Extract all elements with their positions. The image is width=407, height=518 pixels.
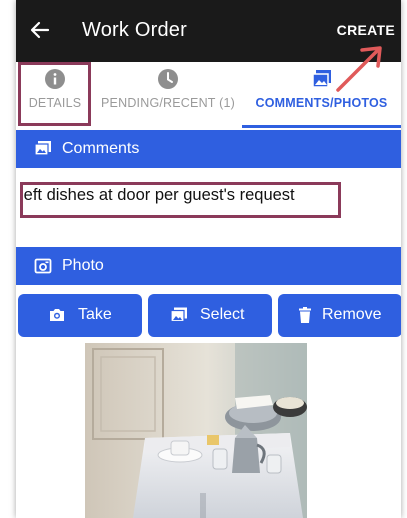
tab-details[interactable]: DETAILS <box>20 62 90 128</box>
tab-pending-recent[interactable]: PENDING/RECENT (1) <box>94 62 242 128</box>
remove-photo-button[interactable]: Remove <box>278 294 401 337</box>
comment-text[interactable]: left dishes at door per guest's request <box>20 186 295 205</box>
info-icon <box>45 69 65 89</box>
app-bar: Work Order CREATE <box>16 0 401 62</box>
tab-pending-recent-label: PENDING/RECENT (1) <box>101 96 235 110</box>
select-photo-button[interactable]: Select <box>148 294 272 337</box>
take-photo-button[interactable]: Take <box>18 294 142 337</box>
tab-details-label: DETAILS <box>28 96 82 110</box>
comments-header-label: Comments <box>62 140 140 157</box>
trash-icon <box>299 307 311 323</box>
select-photo-label: Select <box>200 306 245 323</box>
page-title: Work Order <box>82 19 187 41</box>
tab-bar: DETAILS PENDING/RECENT (1) COMMENTS/PHOT… <box>16 62 401 128</box>
tab-comments-photos[interactable]: COMMENTS/PHOTOS <box>242 62 401 128</box>
image-icon <box>311 70 331 88</box>
take-photo-label: Take <box>78 306 112 323</box>
remove-photo-label: Remove <box>322 306 382 323</box>
gallery-icon <box>170 307 187 323</box>
app-screen: Work Order CREATE DETAILS PENDING/RECENT… <box>16 0 401 518</box>
clock-icon <box>158 69 178 89</box>
camera-icon <box>50 309 64 321</box>
create-button[interactable]: CREATE <box>337 22 395 38</box>
tab-comments-photos-label: COMMENTS/PHOTOS <box>255 96 388 110</box>
back-arrow-icon[interactable] <box>30 20 50 40</box>
image-icon <box>34 141 51 156</box>
photo-camera-icon <box>34 258 52 274</box>
room-service-photo <box>85 343 307 518</box>
active-tab-indicator <box>242 125 401 128</box>
photo-header: Photo <box>16 247 401 285</box>
comments-header: Comments <box>16 130 401 168</box>
photo-header-label: Photo <box>62 257 104 274</box>
